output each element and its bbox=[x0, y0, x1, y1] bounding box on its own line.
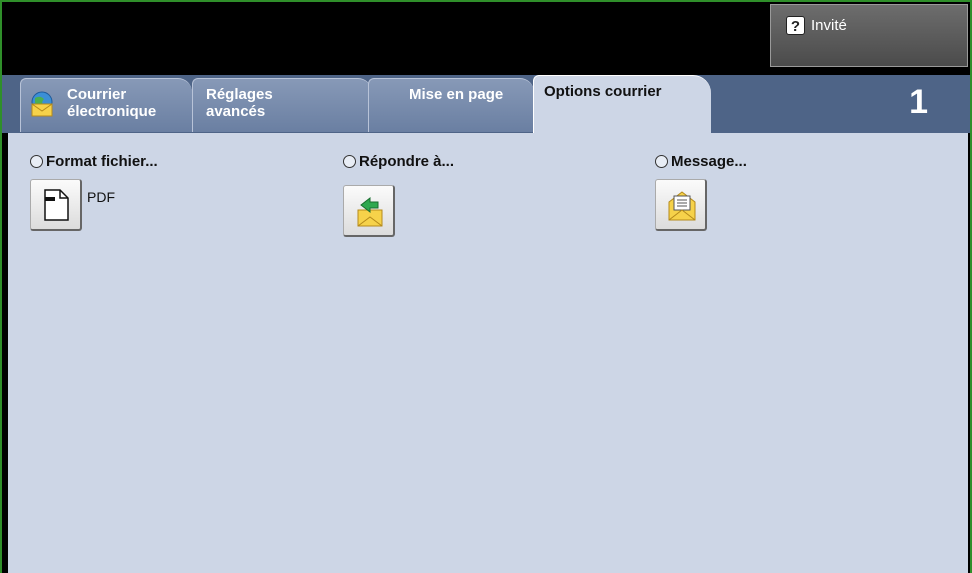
tab-email[interactable]: Courrier électronique bbox=[20, 78, 192, 132]
tab-advanced-line1: Réglages bbox=[206, 86, 273, 103]
option-file-format[interactable]: Format fichier... bbox=[30, 153, 158, 170]
tab-bar: Courrier électronique Réglages avancés M… bbox=[2, 75, 970, 133]
radio-icon bbox=[343, 155, 356, 168]
reply-to-button[interactable] bbox=[343, 185, 395, 237]
file-format-label: Format fichier... bbox=[46, 153, 158, 170]
file-format-value: PDF bbox=[87, 189, 115, 205]
tab-email-line1: Courrier bbox=[67, 86, 127, 103]
tab-layout[interactable]: Mise en page bbox=[368, 78, 534, 132]
reply-envelope-icon bbox=[357, 196, 383, 227]
email-globe-icon bbox=[31, 91, 53, 117]
tab-email-options[interactable]: Options courrier bbox=[533, 75, 711, 133]
document-icon bbox=[44, 189, 69, 221]
user-button[interactable]: ? Invité bbox=[770, 4, 968, 67]
option-reply-to[interactable]: Répondre à... bbox=[343, 153, 454, 170]
tab-advanced-settings[interactable]: Réglages avancés bbox=[192, 78, 372, 132]
tab-layout-label: Mise en page bbox=[409, 86, 504, 103]
page-number: 1 bbox=[909, 83, 928, 121]
user-label: Invité bbox=[811, 17, 847, 34]
message-label: Message... bbox=[671, 153, 747, 170]
file-format-button[interactable] bbox=[30, 179, 82, 231]
tab-advanced-line2: avancés bbox=[206, 103, 266, 120]
tab-options-label: Options courrier bbox=[544, 83, 662, 100]
tab-email-line2: électronique bbox=[67, 103, 157, 120]
option-message[interactable]: Message... bbox=[655, 153, 747, 170]
message-envelope-icon bbox=[668, 191, 696, 221]
options-panel: Format fichier... PDF Répondre à... Mess… bbox=[8, 133, 968, 573]
radio-icon bbox=[30, 155, 43, 168]
reply-to-label: Répondre à... bbox=[359, 153, 455, 170]
question-icon: ? bbox=[786, 16, 805, 35]
message-button[interactable] bbox=[655, 179, 707, 231]
radio-icon bbox=[655, 155, 668, 168]
screen-frame: ? Invité Courrier électronique Réglages … bbox=[2, 2, 970, 573]
